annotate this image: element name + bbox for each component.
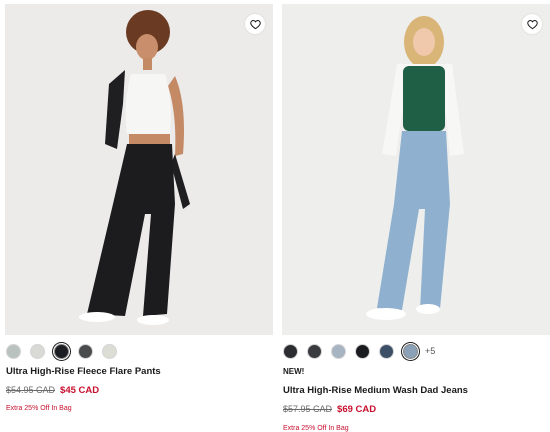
product-card-fleece-flare-pants[interactable]: Ultra High-Rise Fleece Flare Pants $54.9… [5,0,273,432]
color-swatch-selected[interactable] [403,343,418,359]
model-photo-icon [5,4,273,335]
color-swatch-selected[interactable] [54,343,69,359]
color-swatch[interactable] [283,343,298,359]
product-image[interactable] [282,4,550,335]
price-row: $54.95 CAD $45 CAD [6,385,99,396]
original-price: $54.95 CAD [6,385,56,395]
color-swatch[interactable] [307,343,322,359]
color-swatch[interactable] [331,343,346,359]
color-swatch[interactable] [379,343,394,359]
color-swatch[interactable] [102,343,117,359]
model-photo-icon [282,4,550,335]
product-card-dad-jeans[interactable]: +5 NEW! Ultra High-Rise Medium Wash Dad … [282,0,550,432]
promo-text: Extra 25% Off In Bag [6,405,72,412]
original-price: $57.95 CAD [283,404,333,414]
favorite-heart-icon[interactable] [522,14,542,34]
color-swatch[interactable] [78,343,93,359]
color-swatch[interactable] [355,343,370,359]
product-image[interactable] [5,4,273,335]
sale-price: $45 CAD [60,385,100,396]
color-swatches: +5 [283,343,435,359]
product-title[interactable]: Ultra High-Rise Fleece Flare Pants [6,366,161,377]
color-swatch[interactable] [30,343,45,359]
color-swatch[interactable] [6,343,21,359]
new-badge: NEW! [283,367,305,376]
more-colors-link[interactable]: +5 [425,346,435,356]
product-title[interactable]: Ultra High-Rise Medium Wash Dad Jeans [283,385,468,396]
promo-text: Extra 25% Off In Bag [283,425,349,432]
sale-price: $69 CAD [337,404,377,415]
color-swatches [6,343,117,359]
favorite-heart-icon[interactable] [245,14,265,34]
price-row: $57.95 CAD $69 CAD [283,404,376,415]
